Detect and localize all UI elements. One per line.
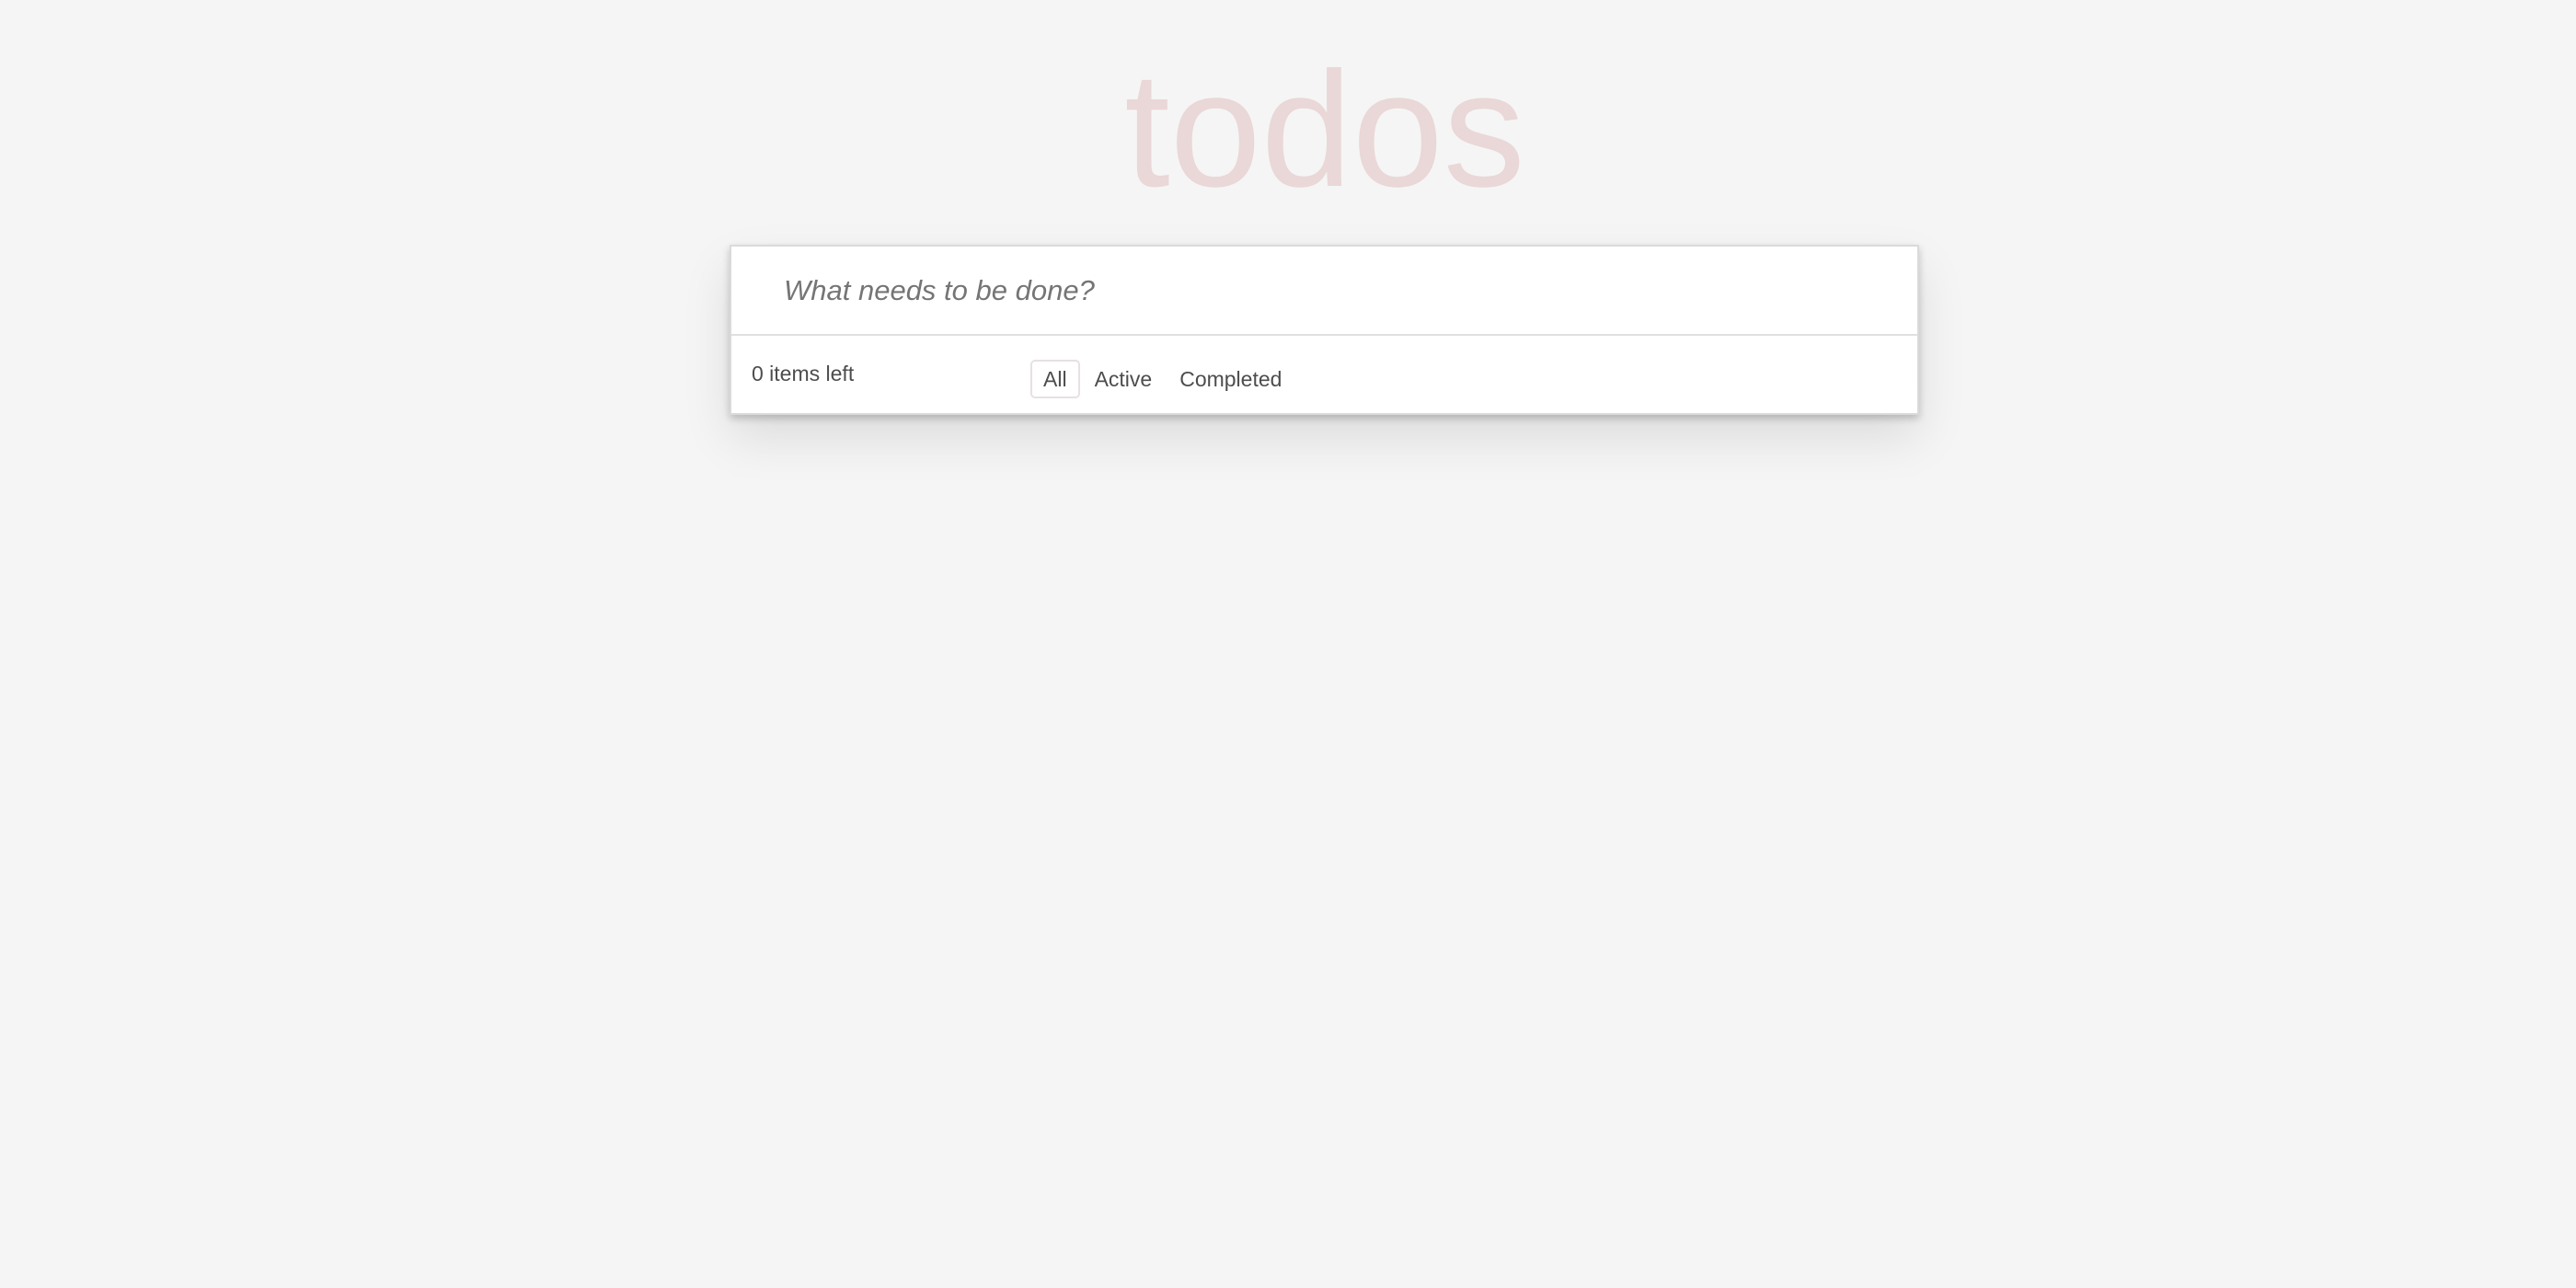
- todo-panel: 0 items left All Active Completed: [730, 245, 1919, 415]
- filter-active-link[interactable]: Active: [1082, 360, 1166, 398]
- filter-item-active: Active: [1082, 360, 1166, 398]
- page-title: todos: [1124, 38, 1525, 221]
- filter-list: All Active Completed: [1030, 360, 1294, 398]
- filter-all-link[interactable]: All: [1030, 360, 1080, 398]
- new-todo-input[interactable]: [731, 247, 1917, 336]
- filter-completed-link[interactable]: Completed: [1167, 360, 1294, 398]
- todo-footer: 0 items left All Active Completed: [731, 336, 1917, 413]
- filter-item-all: All: [1030, 360, 1080, 398]
- filter-item-completed: Completed: [1167, 360, 1294, 398]
- items-left-count: 0 items left: [752, 362, 855, 385]
